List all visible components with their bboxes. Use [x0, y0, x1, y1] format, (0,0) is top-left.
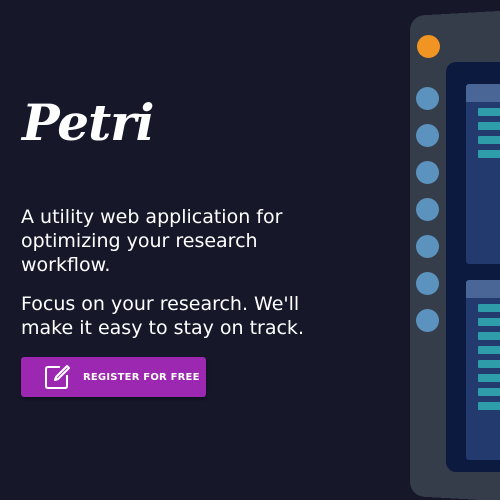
nav-dot — [416, 198, 439, 221]
panel-header — [466, 280, 500, 298]
panel-row — [478, 136, 500, 144]
panel-row — [478, 122, 500, 130]
panel-row — [478, 150, 500, 158]
device-panel-top — [466, 84, 500, 264]
nav-dot — [416, 161, 439, 184]
panel-row — [478, 108, 500, 116]
panel-row — [478, 402, 500, 410]
panel-row — [478, 346, 500, 354]
panel-row — [478, 332, 500, 340]
app-logo-dot — [417, 35, 440, 58]
panel-row — [478, 374, 500, 382]
edit-icon — [43, 363, 71, 391]
device-panel-bottom — [466, 280, 500, 460]
nav-dot — [416, 272, 439, 295]
panel-row — [478, 360, 500, 368]
nav-dot — [416, 87, 439, 110]
nav-dot — [416, 309, 439, 332]
panel-row — [478, 388, 500, 396]
nav-dot — [416, 235, 439, 258]
panel-row — [478, 318, 500, 326]
landing-page: Petri A utility web application for opti… — [0, 0, 500, 500]
petri-logo[interactable]: Petri — [22, 98, 154, 148]
hero-subline: Focus on your research. We'll make it ea… — [21, 293, 304, 339]
register-button-label: REGISTER FOR FREE — [83, 371, 200, 383]
nav-dot — [416, 124, 439, 147]
register-button[interactable]: REGISTER FOR FREE — [21, 357, 206, 397]
hero-tagline: A utility web application for optimizing… — [21, 206, 283, 276]
panel-row — [478, 304, 500, 312]
panel-header — [466, 84, 500, 102]
